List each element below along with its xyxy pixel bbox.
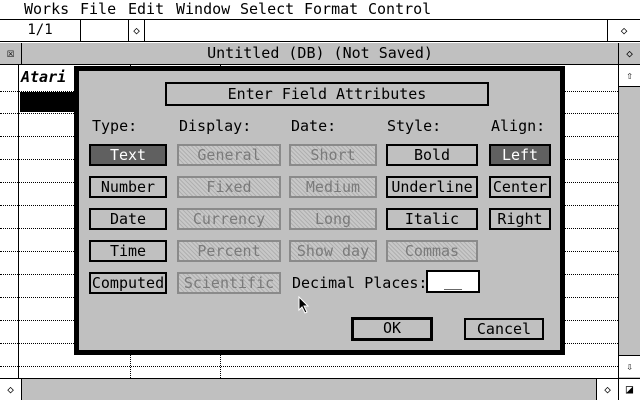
scroll-right-icon[interactable]: ◇	[596, 379, 618, 400]
display-percent-button[interactable]: Percent	[177, 240, 281, 262]
selected-cell[interactable]	[20, 92, 74, 112]
close-icon[interactable]: ☒	[0, 43, 22, 64]
menu-bar: Works File Edit Window Select Format Con…	[0, 0, 640, 20]
type-header: Type:	[92, 117, 138, 135]
row-header	[0, 65, 19, 378]
dialog-body: Enter Field Attributes Type: Display: Da…	[78, 70, 561, 351]
menu-control[interactable]: Control	[368, 0, 431, 19]
resize-icon[interactable]: ◪	[618, 379, 640, 400]
date-short-button[interactable]: Short	[289, 144, 377, 166]
entry-bar: 1/1 ◇ ◇	[0, 20, 640, 42]
align-right-button[interactable]: Right	[489, 208, 551, 230]
style-bold-button[interactable]: Bold	[386, 144, 478, 166]
type-computed-button[interactable]: Computed	[89, 272, 167, 294]
cell-reference: 1/1	[0, 20, 81, 41]
cancel-button[interactable]: Cancel	[464, 318, 544, 340]
style-commas-button[interactable]: Commas	[386, 240, 478, 262]
window-title: Untitled (DB) (Not Saved)	[207, 44, 433, 62]
ok-button[interactable]: OK	[351, 317, 433, 341]
scroll-up-icon[interactable]: ⇧	[619, 65, 640, 87]
align-left-button[interactable]: Left	[489, 144, 551, 166]
style-underline-button[interactable]: Underline	[386, 176, 478, 198]
decimal-places-label: Decimal Places:	[292, 274, 428, 292]
grid-line	[0, 366, 618, 367]
date-long-button[interactable]: Long	[289, 208, 377, 230]
display-fixed-button[interactable]: Fixed	[177, 176, 281, 198]
menu-format[interactable]: Format	[304, 0, 358, 19]
entry-field[interactable]	[145, 20, 608, 41]
menu-select[interactable]: Select	[240, 0, 294, 19]
date-header: Date:	[291, 117, 337, 135]
fuller-icon[interactable]: ◇	[618, 43, 640, 64]
window-title-bar[interactable]: ☒ Untitled (DB) (Not Saved) ◇	[0, 43, 640, 65]
menu-window[interactable]: Window	[176, 0, 230, 19]
style-header: Style:	[387, 117, 442, 135]
decimal-places-input[interactable]: __	[426, 270, 480, 293]
date-medium-button[interactable]: Medium	[289, 176, 377, 198]
date-show-day-button[interactable]: Show day	[289, 240, 377, 262]
display-scientific-button[interactable]: Scientific	[177, 272, 281, 294]
type-number-button[interactable]: Number	[89, 176, 167, 198]
type-text-button[interactable]: Text	[89, 144, 167, 166]
entry-left-arrow-icon[interactable]: ◇	[129, 20, 145, 41]
align-header: Align:	[491, 117, 546, 135]
display-general-button[interactable]: General	[177, 144, 281, 166]
column-header: Atari	[21, 68, 67, 86]
menu-edit[interactable]: Edit	[128, 0, 164, 19]
display-currency-button[interactable]: Currency	[177, 208, 281, 230]
mouse-pointer-icon	[298, 296, 310, 314]
style-italic-button[interactable]: Italic	[386, 208, 478, 230]
cell-indicator	[81, 20, 129, 41]
dialog-title: Enter Field Attributes	[165, 82, 489, 106]
menu-file[interactable]: File	[80, 0, 116, 19]
type-date-button[interactable]: Date	[89, 208, 167, 230]
entry-right-arrow-icon[interactable]: ◇	[608, 20, 640, 41]
scroll-down-icon[interactable]: ⇩	[619, 355, 640, 377]
align-center-button[interactable]: Center	[489, 176, 551, 198]
type-time-button[interactable]: Time	[89, 240, 167, 262]
display-header: Display:	[179, 117, 252, 135]
scroll-left-icon[interactable]: ◇	[0, 379, 22, 400]
horizontal-scrollbar[interactable]: ◇ ◇ ◪	[0, 378, 640, 400]
vertical-scrollbar[interactable]: ⇧ ⇩	[618, 65, 640, 378]
menu-works[interactable]: Works	[24, 0, 69, 19]
field-attributes-dialog: Enter Field Attributes Type: Display: Da…	[74, 66, 565, 355]
